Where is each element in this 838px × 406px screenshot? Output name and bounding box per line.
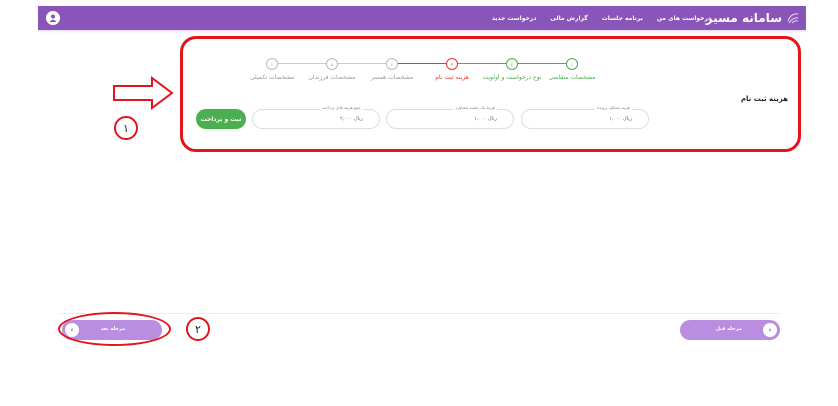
chevron-right-icon: › — [763, 323, 777, 337]
step-4-label: مشخصات همسر — [370, 74, 414, 81]
nav-new-request[interactable]: درخواست جدید — [492, 15, 537, 22]
step-5-circle[interactable]: ۵ — [326, 58, 338, 70]
navbar-shadow — [38, 30, 806, 33]
submit-pay-button[interactable]: ثبت و پرداخت — [196, 109, 246, 129]
progress-stepper: ۱ مشخصات متقاضی ۲ نوع درخواست و اولویت ۳… — [240, 58, 600, 88]
step-5-label: مشخصات فرزندان — [308, 74, 356, 81]
annotation-box — [180, 36, 801, 152]
nav-meetings[interactable]: برنامه جلسات — [602, 15, 643, 22]
step-connector — [452, 63, 512, 64]
total-fee-label: جمع هزینه قابل پرداخت — [319, 105, 363, 110]
main-nav: درخواست های من برنامه جلسات گزارش مالی د… — [492, 6, 711, 30]
footer-divider — [58, 313, 781, 314]
brand[interactable]: سامانه مسیر — [706, 9, 800, 27]
annotation-arrow-icon — [113, 76, 174, 110]
annotation-oval — [58, 312, 171, 346]
step-1-circle[interactable]: ۱ — [566, 58, 578, 70]
consult-fee-value: ۱,۰۰۰ ریال — [474, 116, 497, 122]
annotation-number-1: ۱ — [114, 116, 138, 140]
annotation-number-2: ۲ — [186, 317, 210, 341]
total-fee-value: ۲,۰۰۰ ریال — [340, 116, 363, 122]
file-fee-field[interactable]: هزینه تشکیل پرونده ۱,۰۰۰ ریال — [521, 105, 649, 129]
registration-title: هزینه ثبت نام — [740, 95, 788, 103]
step-6-label: مشخصات تکمیلی — [249, 74, 295, 81]
file-fee-label: هزینه تشکیل پرونده — [594, 105, 632, 110]
step-connector — [512, 63, 572, 64]
step-connector — [392, 63, 452, 64]
step-2-label: نوع درخواست و اولویت — [482, 74, 542, 81]
step-2-circle[interactable]: ۲ — [506, 58, 518, 70]
step-6-circle[interactable]: ۶ — [266, 58, 278, 70]
step-3-circle[interactable]: ۳ — [446, 58, 458, 70]
consult-fee-label: هزینه یک جلسه مشاوره — [453, 105, 497, 110]
step-connector — [332, 63, 392, 64]
total-fee-field[interactable]: جمع هزینه قابل پرداخت ۲,۰۰۰ ریال — [252, 105, 380, 129]
step-3-label: هزینه ثبت نام — [435, 74, 469, 81]
step-4-circle[interactable]: ۴ — [386, 58, 398, 70]
nav-my-requests[interactable]: درخواست های من — [657, 15, 711, 22]
user-icon — [49, 14, 57, 22]
nav-financial-report[interactable]: گزارش مالی — [550, 15, 587, 22]
top-navbar: سامانه مسیر درخواست های من برنامه جلسات … — [38, 6, 806, 30]
prev-step-button[interactable]: › مرحله قبل — [680, 320, 780, 340]
step-connector — [272, 63, 332, 64]
file-fee-value: ۱,۰۰۰ ریال — [609, 116, 632, 122]
logo-icon — [787, 13, 799, 24]
brand-title: سامانه مسیر — [705, 11, 782, 25]
consult-fee-field[interactable]: هزینه یک جلسه مشاوره ۱,۰۰۰ ریال — [386, 105, 514, 129]
prev-step-label: مرحله قبل — [715, 326, 742, 332]
step-1-label: مشخصات متقاضی — [548, 74, 596, 81]
user-avatar[interactable] — [46, 11, 60, 25]
